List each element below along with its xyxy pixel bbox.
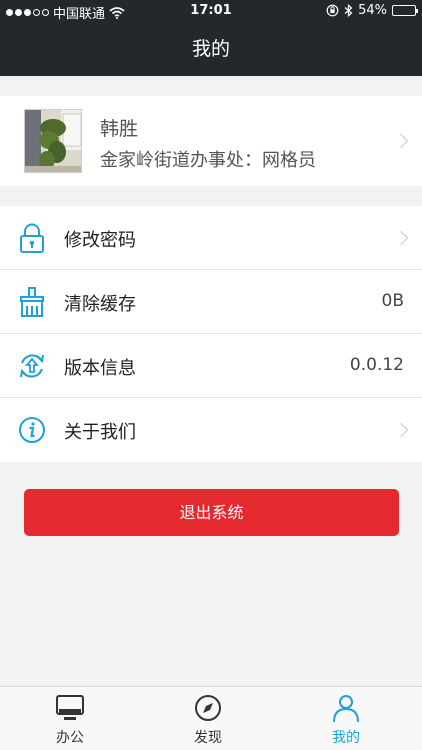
tab-mine[interactable]: 我的	[276, 687, 416, 750]
chevron-right-icon	[393, 133, 409, 149]
monitor-icon	[56, 695, 84, 720]
page-title: 我的	[191, 38, 230, 60]
menu-item-label: 关于我们	[64, 422, 136, 443]
info-icon	[19, 417, 45, 443]
cache-size-value: 0B	[381, 291, 404, 311]
menu-item-label: 版本信息	[64, 358, 136, 379]
update-icon	[20, 354, 44, 378]
tab-label: 办公	[56, 730, 84, 746]
tab-label: 我的	[332, 730, 360, 746]
tab-bar: 办公 发现 我的	[0, 686, 422, 750]
profile-card[interactable]: 韩胜 金家岭街道办事处：网格员	[0, 96, 422, 186]
battery-icon	[392, 5, 418, 16]
tab-label: 发现	[194, 730, 222, 746]
status-bar: 中国联通 17:01 54%	[0, 0, 422, 22]
compass-icon	[195, 695, 221, 721]
avatar	[24, 109, 82, 173]
battery-percent: 54%	[358, 3, 387, 18]
menu-item-change-password[interactable]: 修改密码	[0, 206, 422, 270]
chevron-right-icon	[393, 230, 409, 246]
status-right: 54%	[326, 3, 418, 18]
user-org-role: 金家岭街道办事处：网格员	[100, 150, 316, 171]
header: 中国联通 17:01 54% 我的	[0, 0, 422, 76]
menu-item-label: 清除缓存	[64, 294, 136, 315]
brush-icon	[20, 287, 44, 317]
user-name: 韩胜	[100, 118, 139, 140]
menu-item-about-us[interactable]: 关于我们	[0, 398, 422, 462]
tab-office[interactable]: 办公	[0, 687, 140, 750]
orientation-lock-icon	[326, 4, 339, 17]
chevron-right-icon	[393, 422, 409, 438]
tab-discover[interactable]: 发现	[138, 687, 278, 750]
logout-button[interactable]: 退出系统	[24, 489, 399, 536]
settings-menu: 修改密码 清除缓存 0B 版本信息 0.0.12 关于我们	[0, 206, 422, 462]
lock-icon	[20, 223, 44, 253]
person-icon	[333, 695, 359, 723]
menu-item-clear-cache[interactable]: 清除缓存 0B	[0, 270, 422, 334]
avatar-photo	[25, 110, 81, 172]
bluetooth-icon	[344, 4, 353, 17]
menu-item-version-info[interactable]: 版本信息 0.0.12	[0, 334, 422, 398]
version-value: 0.0.12	[349, 355, 404, 375]
menu-item-label: 修改密码	[64, 230, 136, 251]
